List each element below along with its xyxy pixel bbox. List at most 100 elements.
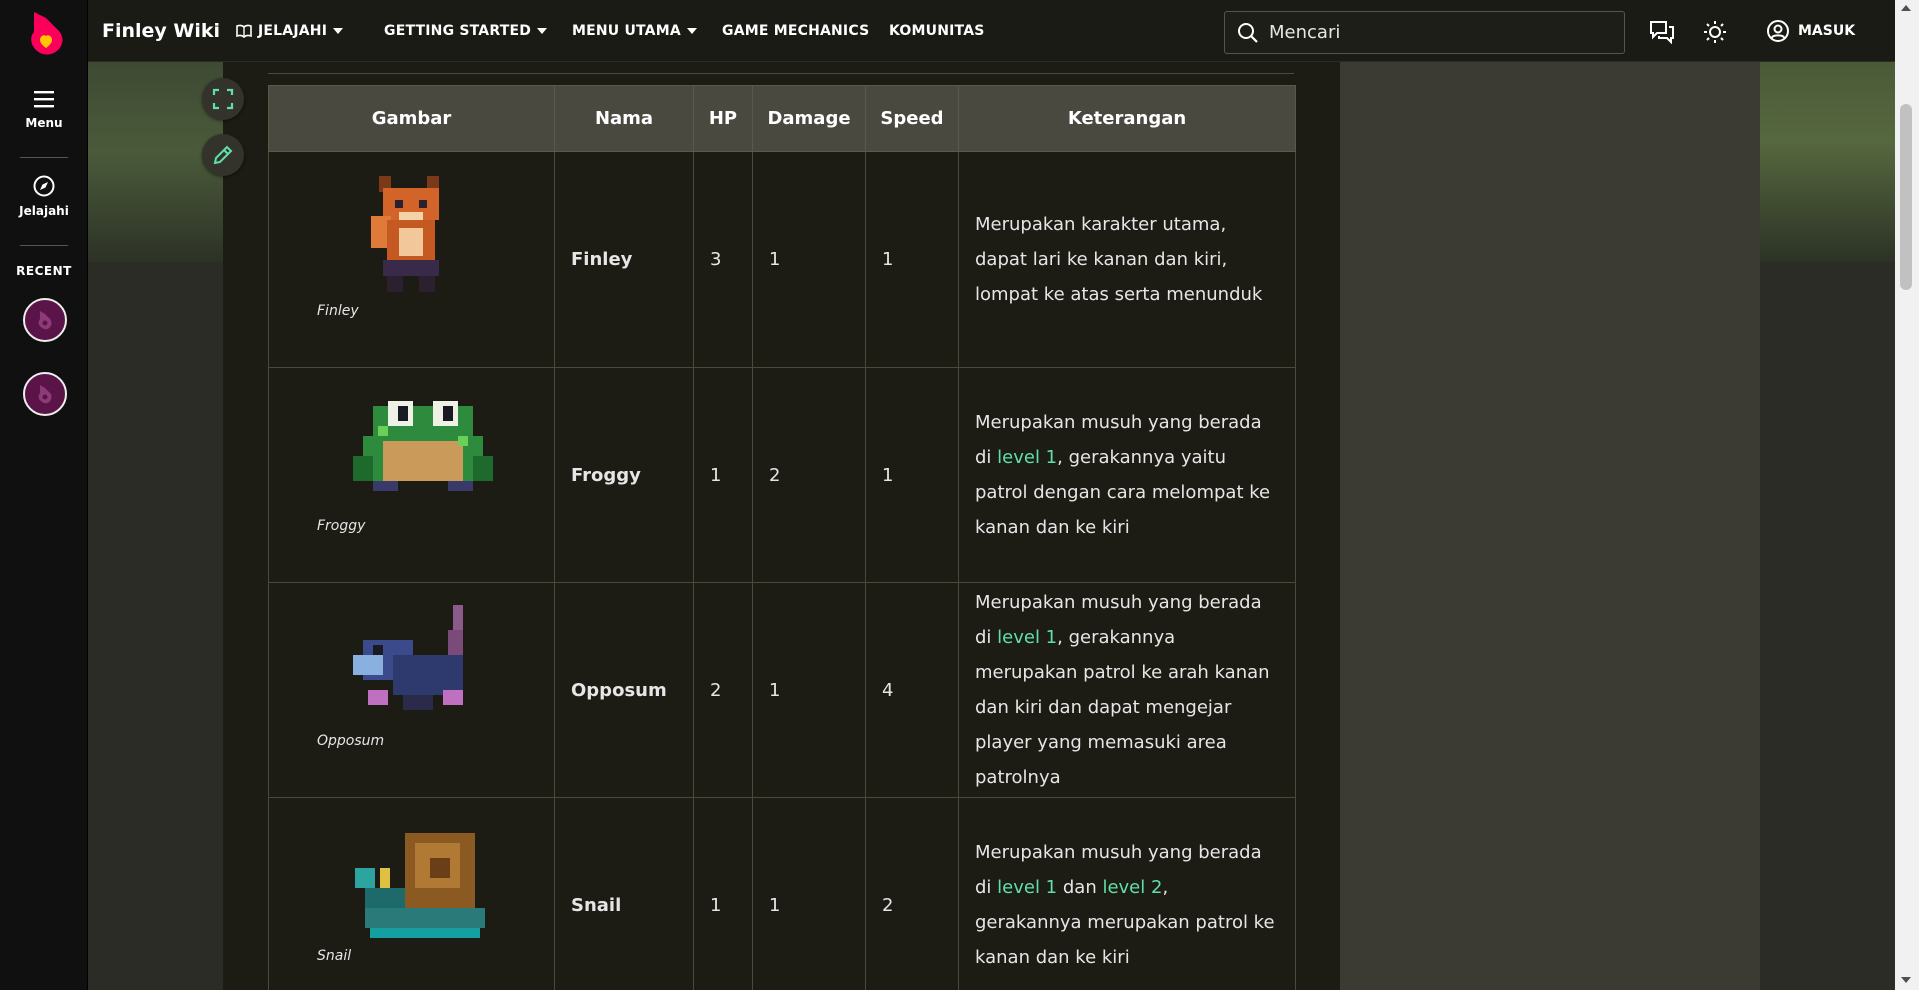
speed-value: 4 [865, 582, 959, 798]
explore-button[interactable]: Jelajahi [0, 174, 88, 218]
global-navigation-rail: Menu Jelajahi RECENT [0, 0, 88, 990]
level-1-link[interactable]: level 1 [997, 447, 1057, 468]
explore-label: Jelajahi [19, 204, 69, 218]
menu-button[interactable]: Menu [0, 88, 88, 130]
column-header: Nama [554, 85, 694, 152]
level-2-link[interactable]: level 2 [1102, 877, 1162, 898]
background-art-right [1760, 62, 1895, 262]
hp-value: 1 [693, 367, 753, 583]
nav-label: KOMUNITAS [889, 23, 985, 39]
speed-value: 2 [865, 797, 959, 990]
table-row: Froggy Froggy 1 2 1 Merupakan musuh yang… [268, 367, 1296, 583]
wiki-header: Finley Wiki JELAJAHI GETTING STARTED MEN… [88, 0, 1895, 62]
fandom-logo-icon[interactable] [26, 10, 66, 56]
level-1-link[interactable]: level 1 [997, 627, 1057, 648]
nav-komunitas[interactable]: KOMUNITAS [889, 23, 985, 39]
character-name: Opposum [554, 582, 694, 798]
image-caption: Opposum [317, 733, 385, 749]
description-text: dan [1057, 877, 1103, 898]
theme-toggle-button[interactable] [1701, 18, 1729, 46]
wiki-name-link[interactable]: Finley Wiki [102, 20, 220, 42]
column-header: Gambar [268, 85, 555, 152]
search-icon [1238, 22, 1258, 43]
recent-wiki-item[interactable] [23, 372, 67, 416]
chevron-down-icon [686, 28, 697, 34]
damage-value: 1 [752, 151, 866, 368]
image-cell: Snail [268, 797, 555, 990]
sign-in-button[interactable]: MASUK [1766, 19, 1855, 43]
image-caption: Snail [317, 948, 352, 964]
menu-icon [34, 91, 54, 108]
image-caption: Finley [317, 303, 359, 319]
nav-label: MENU UTAMA [572, 23, 681, 39]
search-box[interactable] [1224, 11, 1625, 54]
background-left [88, 262, 223, 990]
table-row: Finley Finley 3 1 1 Merupakan karakter u… [268, 151, 1296, 368]
nav-label: GAME MECHANICS [722, 23, 870, 39]
rail-divider [20, 245, 68, 246]
character-name: Finley [554, 151, 694, 368]
description-cell: Merupakan musuh yang berada di level 1, … [958, 367, 1296, 583]
theme-toggle-icon [1704, 21, 1726, 43]
description-cell: Merupakan karakter utama, dapat lari ke … [958, 151, 1296, 368]
rail-divider [20, 157, 68, 158]
fandom-recent-icon [38, 385, 52, 404]
menu-label: Menu [25, 116, 63, 130]
table-row: Opposum Opposum 2 1 4 Merupakan musuh ya… [268, 582, 1296, 798]
scrollbar-thumb[interactable] [1900, 104, 1912, 290]
book-icon [236, 24, 252, 38]
column-header: Speed [865, 85, 959, 152]
table-header-row: Gambar Nama HP Damage Speed Keterangan [268, 85, 1296, 152]
right-rail [1340, 62, 1760, 990]
image-caption: Froggy [317, 518, 366, 534]
snail-sprite-image[interactable] [355, 828, 495, 938]
column-header: HP [693, 85, 753, 152]
sign-in-label: MASUK [1798, 23, 1856, 39]
image-cell: Froggy [268, 367, 555, 583]
nav-label: JELAJAHI [258, 23, 328, 39]
damage-value: 1 [752, 582, 866, 798]
image-cell: Opposum [268, 582, 555, 798]
description-cell: Merupakan musuh yang berada di level 1 d… [958, 797, 1296, 990]
nav-menu-utama[interactable]: MENU UTAMA [572, 23, 697, 39]
finley-sprite-image[interactable] [367, 176, 455, 296]
damage-value: 1 [752, 797, 866, 990]
character-table: Gambar Nama HP Damage Speed Keterangan F… [268, 85, 1296, 990]
nav-jelajahi[interactable]: JELAJAHI [236, 23, 344, 39]
nav-label: GETTING STARTED [384, 23, 532, 39]
character-name: Froggy [554, 367, 694, 583]
divider [268, 73, 1294, 74]
table-row: Snail Snail 1 1 2 Merupakan musuh yang b… [268, 797, 1296, 990]
description-cell: Merupakan musuh yang berada di level 1, … [958, 582, 1296, 798]
user-icon [1767, 20, 1789, 42]
chevron-down-icon [537, 28, 548, 34]
fullscreen-icon [212, 88, 234, 110]
damage-value: 2 [752, 367, 866, 583]
description-text: Merupakan karakter utama, dapat lari ke … [975, 214, 1263, 305]
froggy-sprite-image[interactable] [353, 396, 493, 496]
chevron-down-icon [333, 28, 344, 34]
column-header: Damage [752, 85, 866, 152]
level-1-link[interactable]: level 1 [997, 877, 1057, 898]
speed-value: 1 [865, 367, 959, 583]
character-name: Snail [554, 797, 694, 990]
opposum-sprite-image[interactable] [343, 605, 483, 725]
recent-label: RECENT [16, 264, 72, 278]
edit-pencil-icon [213, 145, 233, 165]
scroll-up-arrow-icon[interactable] [1901, 5, 1911, 11]
hp-value: 1 [693, 797, 753, 990]
compass-icon [33, 175, 55, 197]
recent-wiki-item[interactable] [23, 298, 67, 342]
description-text: , gerakannya merupakan patrol ke arah ka… [975, 627, 1270, 788]
column-header: Keterangan [958, 85, 1296, 152]
nav-game-mechanics[interactable]: GAME MECHANICS [722, 23, 869, 39]
nav-getting-started[interactable]: GETTING STARTED [384, 23, 548, 39]
scroll-down-arrow-icon[interactable] [1901, 977, 1911, 983]
speed-value: 1 [865, 151, 959, 368]
discussions-button[interactable] [1648, 18, 1676, 46]
background-right [1760, 262, 1895, 990]
fullscreen-button[interactable] [202, 78, 244, 120]
discussions-icon [1650, 21, 1674, 44]
search-input[interactable] [1269, 22, 1599, 43]
edit-button[interactable] [202, 134, 244, 176]
